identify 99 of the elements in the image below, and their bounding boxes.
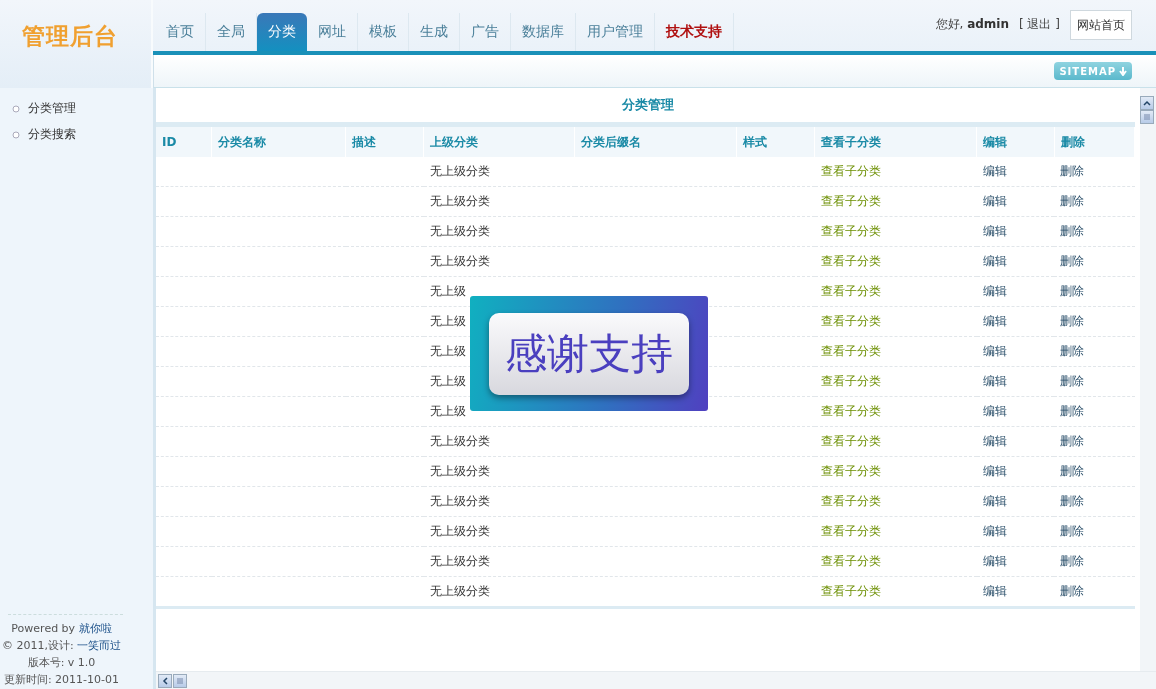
view-children-link[interactable]: 查看子分类	[820, 554, 881, 568]
table-cell: 无上级分类	[429, 254, 490, 268]
nav-tab[interactable]: 网址	[307, 13, 358, 52]
delete-link[interactable]: 删除	[1060, 404, 1085, 418]
delete-link[interactable]: 删除	[1060, 374, 1085, 388]
view-children-link[interactable]: 查看子分类	[820, 404, 881, 418]
edit-link[interactable]: 编辑	[982, 254, 1007, 268]
scroll-thumb-icon[interactable]	[173, 673, 187, 688]
edit-link[interactable]: 编辑	[982, 284, 1007, 298]
delete-link[interactable]: 删除	[1060, 164, 1085, 178]
delete-link[interactable]: 删除	[1060, 464, 1085, 478]
delete-link[interactable]: 删除	[1060, 584, 1085, 598]
table-cell: 无上级	[429, 404, 466, 418]
column-header: 上级分类	[423, 124, 575, 157]
table-cell: 无上级	[429, 284, 466, 298]
view-children-link[interactable]: 查看子分类	[820, 344, 881, 358]
edit-link[interactable]: 编辑	[982, 194, 1007, 208]
nav-tab[interactable]: 技术支持	[655, 13, 734, 52]
edit-link[interactable]: 编辑	[982, 494, 1007, 508]
nav-tab[interactable]: 用户管理	[576, 13, 655, 52]
nav-tab[interactable]: 数据库	[511, 13, 576, 52]
edit-link[interactable]: 编辑	[982, 164, 1007, 178]
view-children-link[interactable]: 查看子分类	[820, 254, 881, 268]
scroll-left-icon[interactable]	[158, 673, 172, 688]
column-header: 查看子分类	[814, 124, 977, 157]
table-cell: 无上级分类	[429, 194, 490, 208]
table-cell: 无上级分类	[429, 524, 490, 538]
delete-link[interactable]: 删除	[1060, 524, 1085, 538]
table-cell: 无上级分类	[429, 494, 490, 508]
footer-text: 版本号: v 1.0	[27, 655, 96, 670]
view-children-link[interactable]: 查看子分类	[820, 494, 881, 508]
scroll-up-icon[interactable]	[1140, 96, 1154, 110]
table-cell: 无上级	[429, 344, 466, 358]
delete-link[interactable]: 删除	[1060, 254, 1085, 268]
delete-link[interactable]: 删除	[1060, 194, 1085, 208]
edit-link[interactable]: 编辑	[982, 524, 1007, 538]
column-header: 编辑	[976, 124, 1055, 157]
view-children-link[interactable]: 查看子分类	[820, 224, 881, 238]
table-cell: 无上级分类	[429, 434, 490, 448]
site-home-button[interactable]: 网站首页	[1070, 10, 1132, 40]
table-cell: 无上级	[429, 374, 466, 388]
banner-text: 感谢支持	[489, 312, 689, 395]
delete-link[interactable]: 删除	[1060, 314, 1085, 328]
edit-link[interactable]: 编辑	[982, 224, 1007, 238]
logo-text: 管理后台	[22, 21, 118, 51]
column-header: 删除	[1054, 124, 1135, 157]
delete-link[interactable]: 删除	[1060, 554, 1085, 568]
footer-text: © 2011,设计: 一笑而过	[1, 638, 122, 653]
view-children-link[interactable]: 查看子分类	[820, 284, 881, 298]
logout-link[interactable]: [ 退出 ]	[1019, 16, 1060, 33]
view-children-link[interactable]: 查看子分类	[820, 194, 881, 208]
table-cell: 无上级分类	[429, 554, 490, 568]
table-cell: 无上级分类	[429, 464, 490, 478]
delete-link[interactable]: 删除	[1060, 224, 1085, 238]
edit-link[interactable]: 编辑	[982, 404, 1007, 418]
nav-tab[interactable]: 模板	[358, 13, 409, 52]
scroll-thumb-icon[interactable]	[1140, 110, 1154, 124]
edit-link[interactable]: 编辑	[982, 434, 1007, 448]
footer-link[interactable]: 一笑而过	[77, 639, 122, 652]
footer-text: 更新时间: 2011-10-01	[3, 672, 120, 687]
down-arrow-icon	[1119, 66, 1127, 76]
footer-text: Powered by 就你啦	[11, 621, 112, 636]
view-children-link[interactable]: 查看子分类	[820, 524, 881, 538]
nav-tab[interactable]: 生成	[409, 13, 460, 52]
view-children-link[interactable]: 查看子分类	[820, 464, 881, 478]
edit-link[interactable]: 编辑	[982, 344, 1007, 358]
column-header: ID	[156, 124, 212, 157]
edit-link[interactable]: 编辑	[982, 554, 1007, 568]
greeting-text: 您好, admin	[935, 16, 1009, 33]
column-header: 样式	[736, 124, 815, 157]
nav-tab[interactable]: 首页	[155, 13, 206, 52]
table-cell: 无上级分类	[429, 224, 490, 238]
table-cell: 无上级分类	[429, 164, 490, 178]
view-children-link[interactable]: 查看子分类	[820, 374, 881, 388]
delete-link[interactable]: 删除	[1060, 434, 1085, 448]
edit-link[interactable]: 编辑	[982, 464, 1007, 478]
sidebar-item[interactable]: 分类搜索	[12, 126, 153, 143]
delete-link[interactable]: 删除	[1060, 344, 1085, 358]
panel-title: 分类管理	[622, 96, 674, 114]
nav-tab[interactable]: 广告	[460, 13, 511, 52]
view-children-link[interactable]: 查看子分类	[820, 164, 881, 178]
circle-bullet-icon	[12, 104, 20, 113]
footer-link[interactable]: 就你啦	[78, 622, 112, 635]
delete-link[interactable]: 删除	[1060, 284, 1085, 298]
column-header: 描述	[345, 124, 424, 157]
column-header: 分类名称	[211, 124, 346, 157]
delete-link[interactable]: 删除	[1060, 494, 1085, 508]
view-children-link[interactable]: 查看子分类	[820, 434, 881, 448]
circle-bullet-icon	[12, 130, 20, 139]
edit-link[interactable]: 编辑	[982, 314, 1007, 328]
view-children-link[interactable]: 查看子分类	[820, 314, 881, 328]
table-cell: 无上级分类	[429, 584, 490, 598]
column-header: 分类后缀名	[574, 124, 737, 157]
edit-link[interactable]: 编辑	[982, 584, 1007, 598]
table-cell: 无上级	[429, 314, 466, 328]
edit-link[interactable]: 编辑	[982, 374, 1007, 388]
view-children-link[interactable]: 查看子分类	[820, 584, 881, 598]
nav-tab[interactable]: 分类	[257, 13, 307, 52]
sidebar-item[interactable]: 分类管理	[12, 100, 153, 117]
